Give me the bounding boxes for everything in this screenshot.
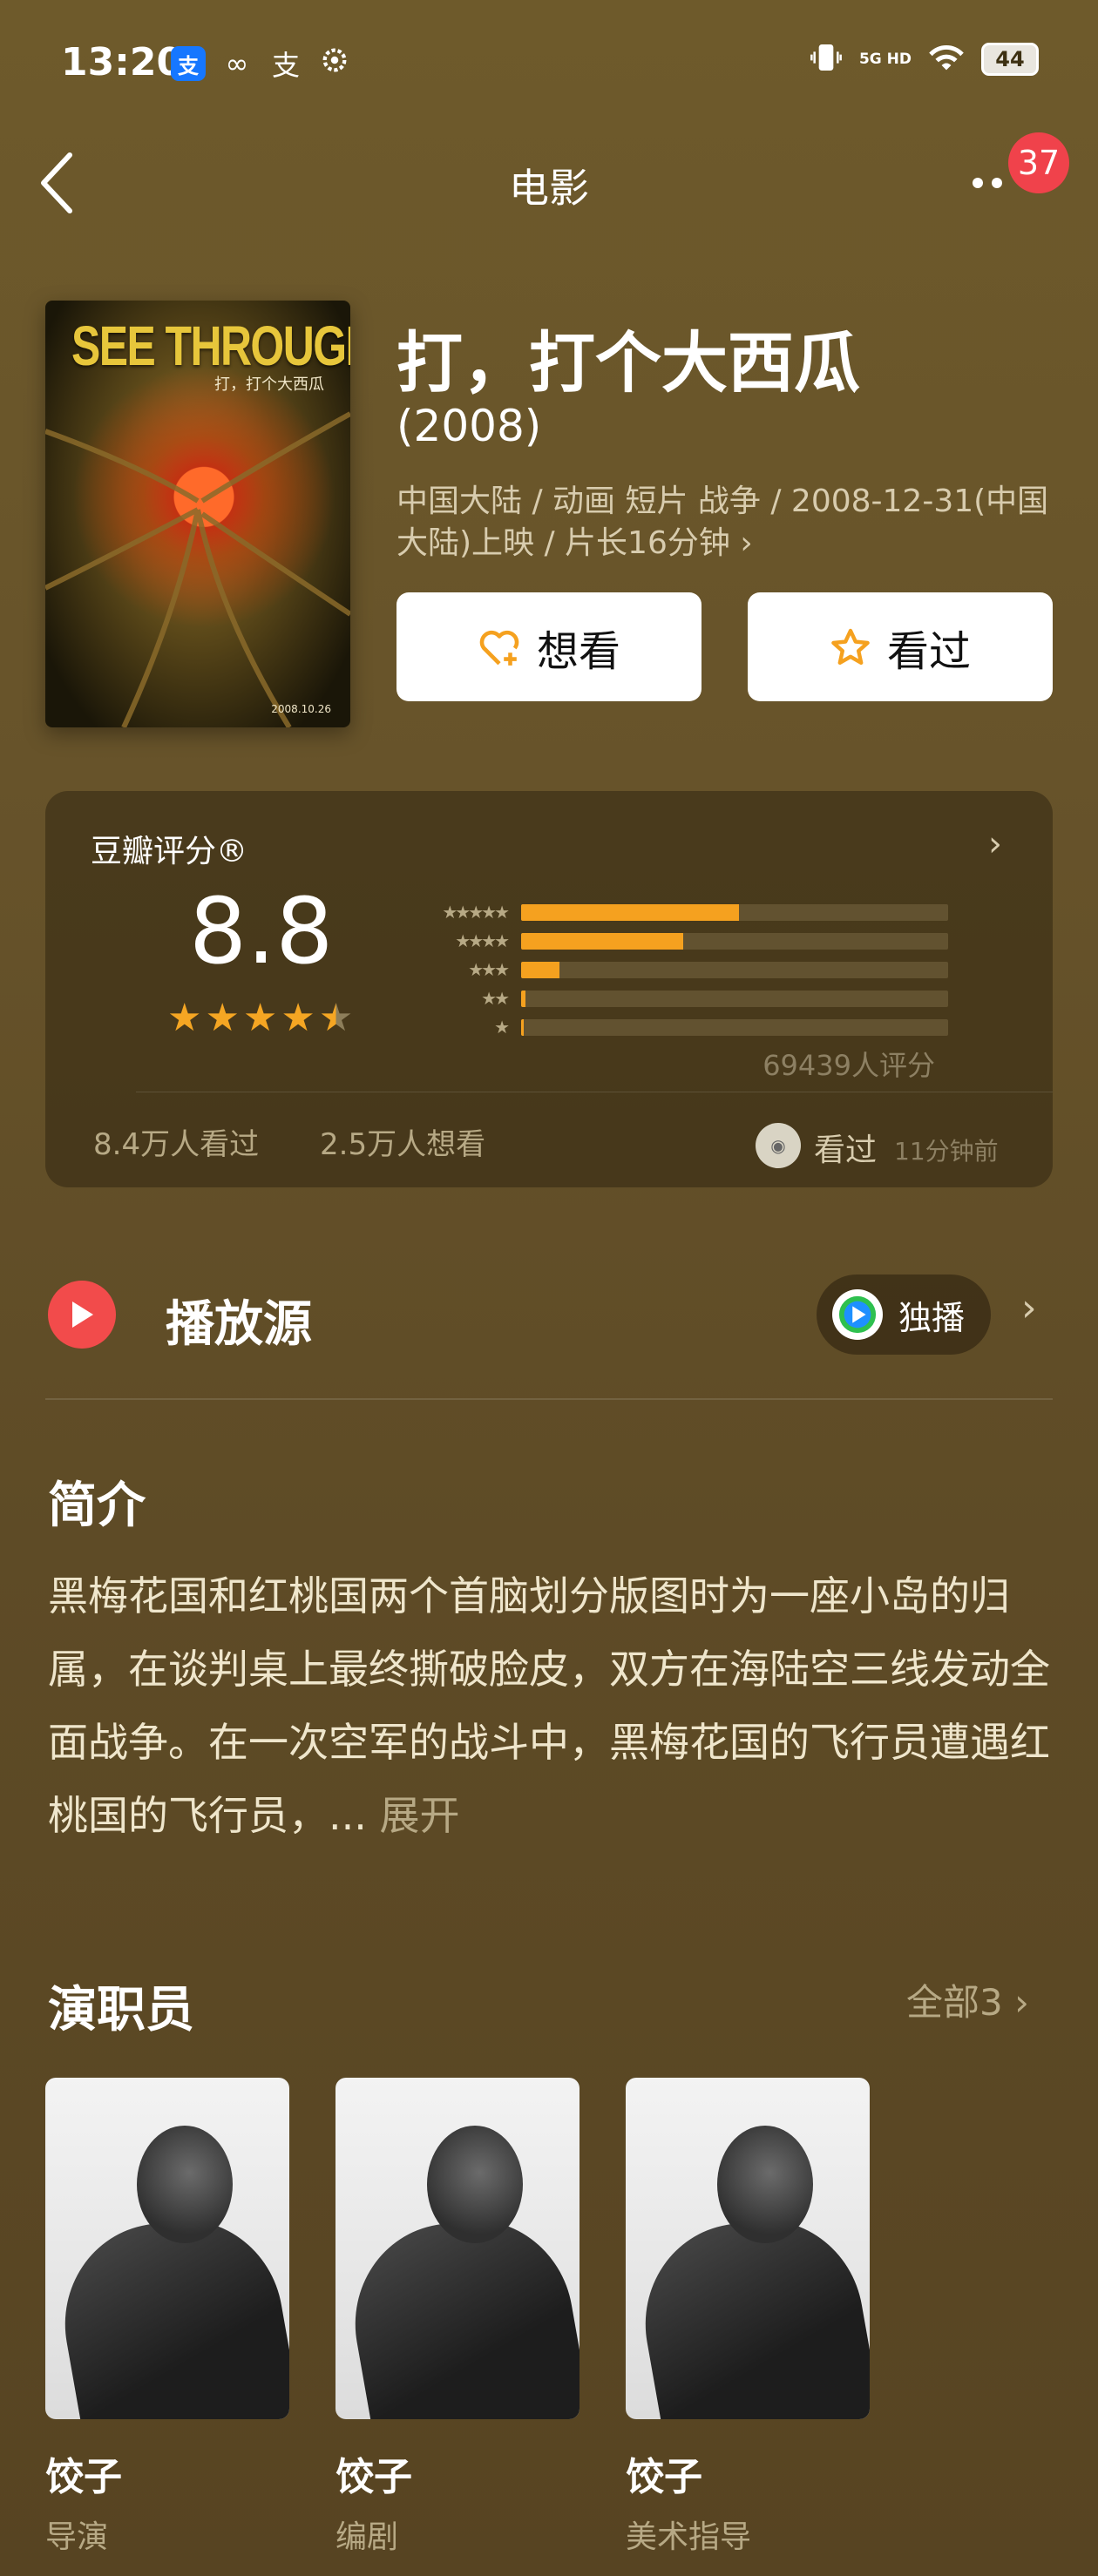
play-source-title: 播放源 (166, 1296, 312, 1353)
play-icon (48, 1281, 116, 1349)
rating-distribution-row: ★ (385, 1017, 948, 1038)
cast-name: 饺子 (626, 2455, 702, 2499)
chevron-right-icon[interactable]: › (988, 824, 1002, 864)
rating-card[interactable]: 豆瓣评分® › 8.8 ★ ★ ★ ★ ★ ★★★★★ ★★★★ ★★★ ★★ ★ 69… (45, 791, 1053, 1187)
rating-distribution-stars: ★★★★★ (442, 902, 510, 923)
cast-card[interactable]: 饺子 美术指导 (626, 2078, 870, 2557)
watched-count: 8.4万人看过 (93, 1127, 260, 1162)
status-time: 13:20 (61, 40, 184, 85)
rating-distribution-row: ★★★★★ (385, 902, 948, 923)
cast-card[interactable]: 饺子 导演 (45, 2078, 289, 2557)
synopsis-title: 简介 (48, 1477, 146, 1534)
want-to-watch-label: 想看 (536, 626, 620, 676)
star-full-icon: ★ (167, 996, 202, 1040)
status-system-icons: 5G HD 44 (809, 40, 1039, 78)
wish-count: 2.5万人想看 (320, 1127, 486, 1162)
rating-distribution-track (521, 961, 948, 978)
cast-role: 导演 (45, 2519, 109, 2555)
star-full-icon: ★ (242, 996, 278, 1040)
alipay-app-icon: 支 (171, 46, 206, 81)
rating-score: 8.8 (189, 878, 334, 984)
cast-photo (626, 2078, 870, 2419)
rating-distribution-bar (521, 932, 684, 950)
have-watched-button[interactable]: 看过 (748, 592, 1053, 701)
cast-name: 饺子 (45, 2455, 122, 2499)
cast-photo (45, 2078, 289, 2419)
synopsis-text: 黑梅花国和红桃国两个首脑划分版图时为一座小岛的归属，在谈判桌上最终撕破脸皮，双方… (48, 1559, 1059, 1852)
rating-distribution-track (521, 990, 948, 1007)
star-full-icon: ★ (281, 996, 315, 1040)
star-full-icon: ★ (205, 996, 240, 1040)
rating-distribution-bar (521, 903, 739, 921)
cast-card[interactable]: 饺子 编剧 (336, 2078, 580, 2557)
video-platform-logo-icon (832, 1289, 883, 1340)
cast-title: 演职员 (48, 1982, 194, 2038)
rating-distribution-bar (521, 1018, 524, 1036)
rating-distribution-bar (521, 990, 525, 1007)
more-options-button[interactable] (967, 166, 1009, 197)
poster-subtitle: 打，打个大西瓜 (214, 375, 324, 394)
more-dots-icon (973, 178, 1002, 188)
my-status-time: 11分钟前 (894, 1137, 999, 1166)
battery-icon: 44 (981, 43, 1039, 76)
link-icon: ∞ (225, 47, 249, 80)
rating-distribution-track (521, 932, 948, 950)
rating-distribution-stars: ★★★ (468, 959, 510, 980)
rating-distribution-stars: ★ (494, 1017, 510, 1038)
star-half-icon: ★ (318, 996, 354, 1040)
vibrate-icon (809, 40, 844, 78)
movie-year: (2008) (396, 401, 542, 451)
poster-date: 2008.10.26 (271, 703, 331, 715)
status-notification-icons: 支 ∞ 支 (171, 44, 352, 84)
signal-icon: 5G HD (859, 51, 912, 67)
network-type: 5G HD (858, 51, 912, 68)
rating-distribution-stars: ★★ (481, 988, 510, 1009)
page-title: 电影 (509, 165, 589, 212)
rating-distribution-stars: ★★★★ (455, 930, 510, 951)
want-to-watch-button[interactable]: 想看 (396, 592, 702, 701)
rating-distribution-track (521, 903, 948, 921)
rating-distribution-bar (521, 961, 560, 978)
exclusive-label: 独播 (898, 1298, 966, 1337)
cast-view-all-link[interactable]: 全部3 › (906, 1973, 1029, 2026)
rating-distribution-row: ★★ (385, 988, 948, 1009)
section-divider (45, 1398, 1053, 1400)
star-outline-icon (831, 628, 870, 665)
rating-distribution-track (521, 1018, 948, 1036)
poster-title: SEE THROUGH (71, 314, 350, 377)
notification-badge: 37 (1008, 132, 1069, 193)
movie-meta-info[interactable]: 中国大陆 / 动画 短片 战争 / 2008-12-31(中国大陆)上映 / 片… (396, 481, 1059, 565)
synopsis-body: 黑梅花国和红桃国两个首脑划分版图时为一座小岛的归属，在谈判桌上最终撕破脸皮，双方… (48, 1572, 1050, 1839)
heart-plus-icon (479, 630, 519, 666)
rating-distribution-row: ★★★★ (385, 930, 948, 951)
movie-poster[interactable]: SEE THROUGH 打，打个大西瓜 2008.10.26 (45, 301, 350, 727)
alipay-glyph-icon: 支 (271, 49, 300, 82)
movie-title: 打，打个大西瓜 (396, 324, 860, 402)
settings-gear-icon (317, 45, 352, 82)
have-watched-label: 看过 (886, 626, 971, 676)
rating-source-label: 豆瓣评分® (91, 834, 248, 869)
vote-count: 69439人评分 (762, 1049, 935, 1082)
expand-link[interactable]: 展开 (380, 1792, 460, 1839)
rating-stars: ★ ★ ★ ★ ★ (167, 996, 353, 1040)
rating-distribution-row: ★★★ (385, 959, 948, 980)
cast-photo (336, 2078, 580, 2419)
exclusive-source-button[interactable]: 独播 (817, 1274, 991, 1355)
user-avatar: ◉ (756, 1123, 801, 1168)
cast-role: 美术指导 (626, 2519, 752, 2555)
cast-name: 饺子 (336, 2455, 412, 2499)
cast-role: 编剧 (336, 2519, 399, 2555)
chevron-right-icon[interactable]: › (1021, 1286, 1037, 1330)
wifi-icon (927, 42, 966, 77)
my-status: 看过 (814, 1132, 878, 1168)
